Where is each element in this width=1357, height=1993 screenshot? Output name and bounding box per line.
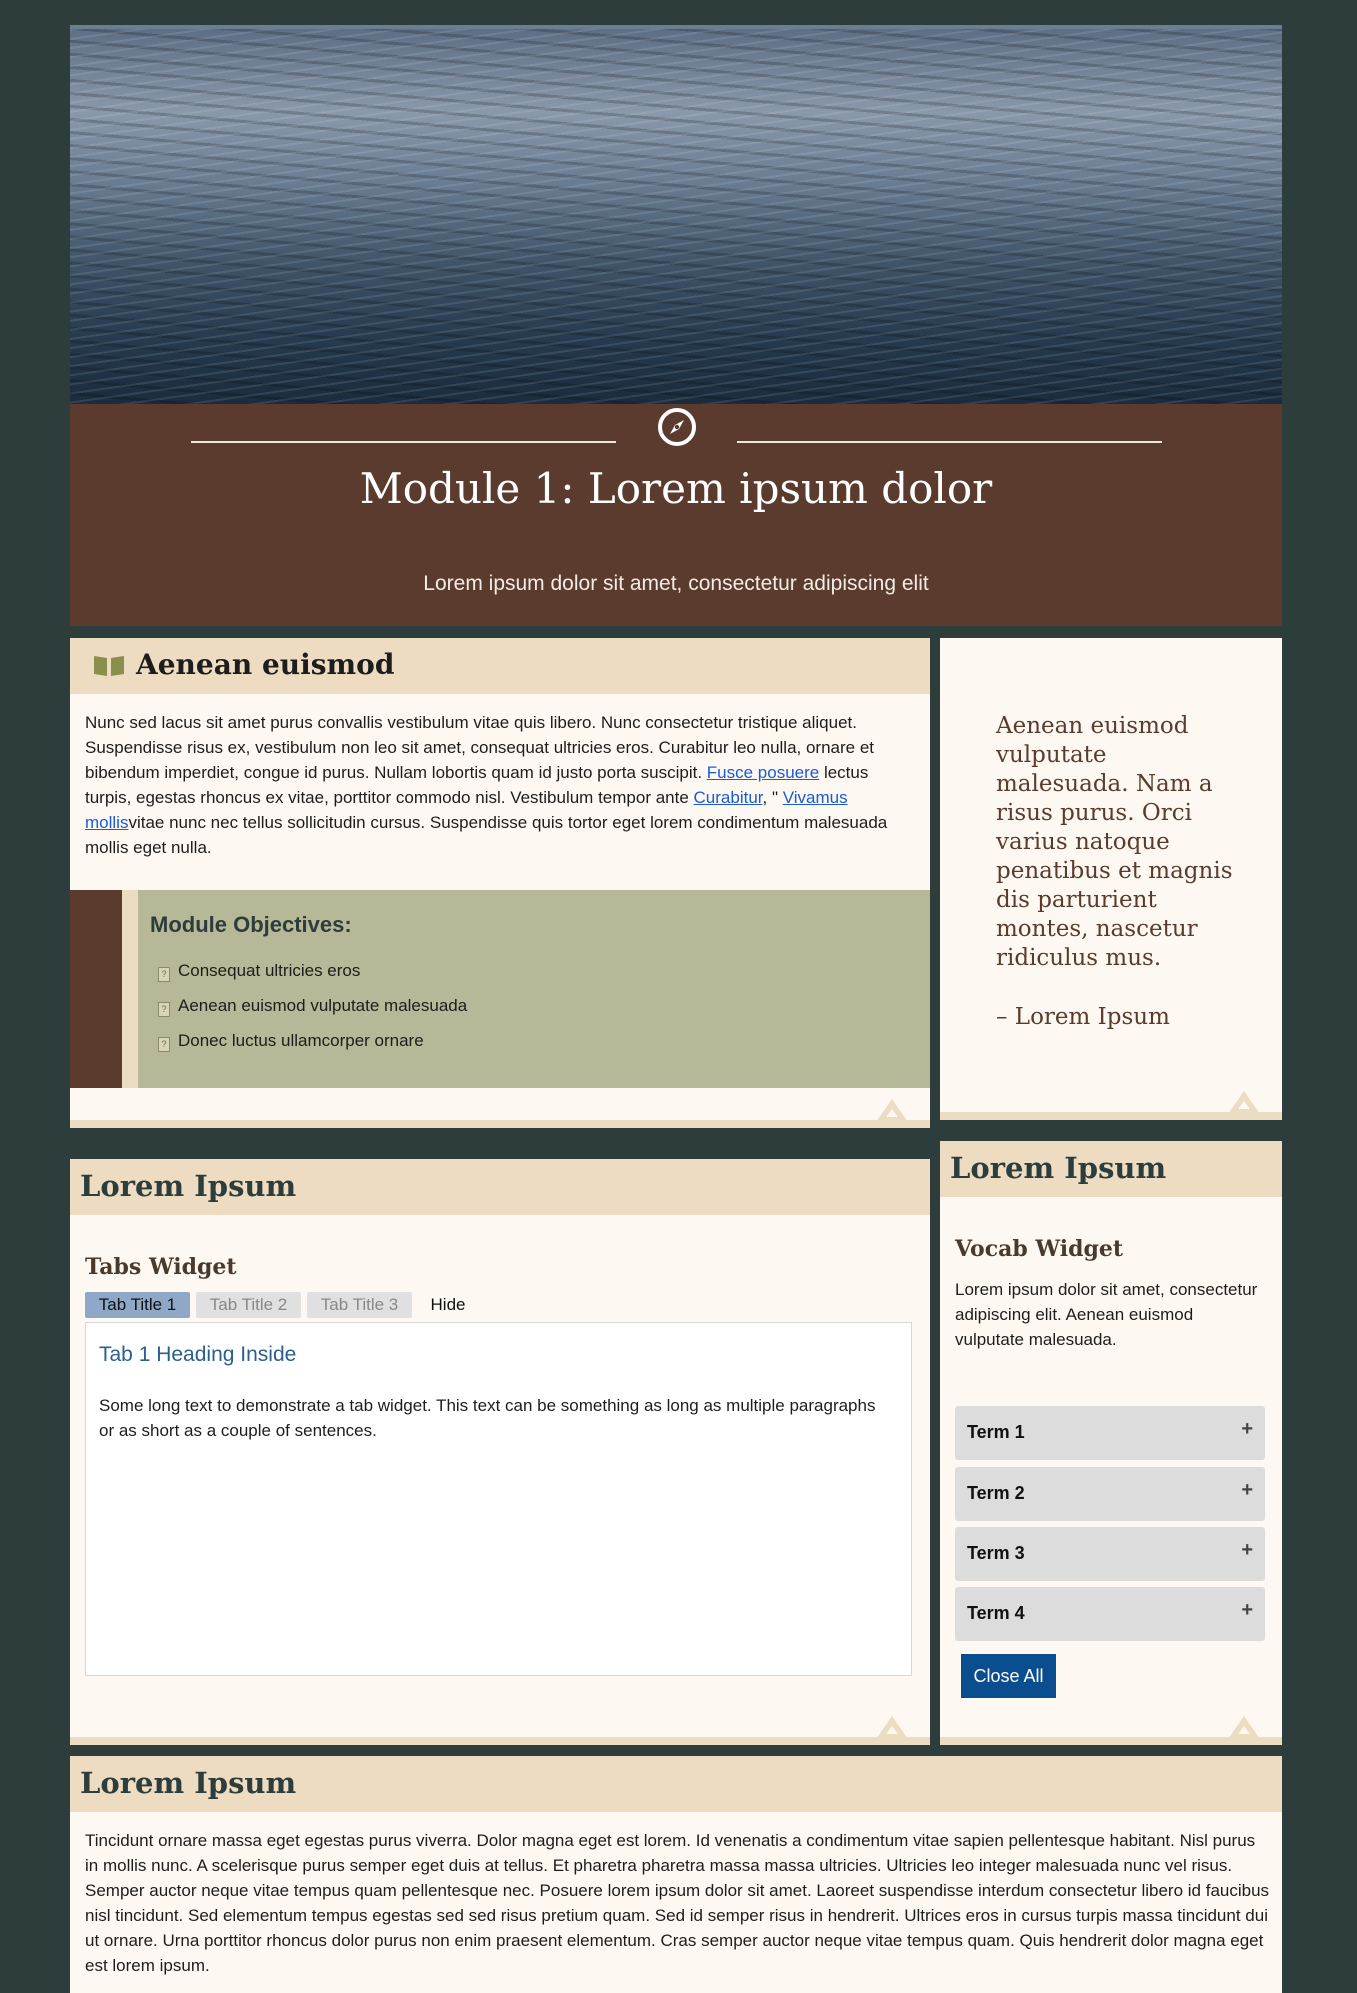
plus-icon: + xyxy=(1241,1479,1253,1501)
objective-text: Consequat ultricies eros xyxy=(178,961,361,980)
objectives-list: ? Consequat ultricies eros ? Aenean euismo… xyxy=(158,958,467,1063)
card-footer-bar xyxy=(940,1112,1282,1120)
card-footer-bar xyxy=(70,1737,930,1745)
intro-card: Aenean euismod Nunc sed lacus sit amet p… xyxy=(70,638,930,1128)
tab-panel-text: Some long text to demonstrate a tab widg… xyxy=(99,1396,876,1440)
vocab-card: Lorem Ipsum Vocab Widget Lorem ipsum dol… xyxy=(940,1141,1282,1745)
bullet-icon: ? xyxy=(158,1002,170,1017)
objectives-accent-2 xyxy=(122,890,138,1088)
vocab-card-heading: Lorem Ipsum xyxy=(950,1151,1167,1185)
tab-title-2[interactable]: Tab Title 2 xyxy=(196,1292,301,1318)
quote-author: – Lorem Ipsum xyxy=(996,1004,1170,1030)
plus-icon: + xyxy=(1241,1599,1253,1621)
term-1-accordion[interactable]: Term 1 + xyxy=(955,1406,1265,1460)
divider-right xyxy=(737,441,1162,443)
close-all-button[interactable]: Close All xyxy=(961,1654,1056,1698)
module-banner: Module 1: Lorem ipsum dolor Lorem ipsum … xyxy=(70,404,1282,626)
card-footer-bar xyxy=(940,1737,1282,1745)
link-fusce-posuere[interactable]: Fusce posuere xyxy=(707,763,819,782)
intro-text-3: , " xyxy=(762,788,783,807)
bottom-paragraph: Tincidunt ornare massa eget egestas puru… xyxy=(85,1831,1270,1975)
quote-card: Aenean euismod vulputate malesuada. Nam … xyxy=(940,638,1282,1120)
bottom-card-heading: Lorem Ipsum xyxy=(80,1766,297,1800)
objectives-accent xyxy=(70,890,122,1088)
intro-text-4: vitae nunc nec tellus sollicitudin cursu… xyxy=(85,813,888,857)
quote-text: Aenean euismod vulputate malesuada. Nam … xyxy=(996,713,1233,971)
term-4-accordion[interactable]: Term 4 + xyxy=(955,1587,1265,1641)
bullet-icon: ? xyxy=(158,967,170,982)
bottom-card-header: Lorem Ipsum xyxy=(70,1756,1282,1812)
divider-left xyxy=(191,441,616,443)
tab-title-1[interactable]: Tab Title 1 xyxy=(85,1292,190,1318)
hero-image xyxy=(70,25,1282,408)
intro-paragraph: Nunc sed lacus sit amet purus convallis … xyxy=(85,710,915,860)
plus-icon: + xyxy=(1241,1539,1253,1561)
vocab-widget-title: Vocab Widget xyxy=(955,1236,1124,1262)
tabs-card: Lorem Ipsum Tabs Widget Tab Title 1 Tab … xyxy=(70,1159,930,1745)
term-2-accordion[interactable]: Term 2 + xyxy=(955,1467,1265,1521)
tab-panel-heading: Tab 1 Heading Inside xyxy=(99,1343,297,1366)
bottom-card: Lorem Ipsum Tincidunt ornare massa eget … xyxy=(70,1756,1282,1993)
intro-header: Aenean euismod xyxy=(70,638,930,694)
book-icon xyxy=(94,656,124,676)
tab-panel: Tab 1 Heading Inside Some long text to d… xyxy=(85,1322,912,1676)
tabs-card-header: Lorem Ipsum xyxy=(70,1159,930,1215)
link-curabitur[interactable]: Curabitur xyxy=(694,788,763,807)
tabs-widget-title: Tabs Widget xyxy=(85,1254,237,1280)
vocab-card-header: Lorem Ipsum xyxy=(940,1141,1282,1197)
objective-item: ? Donec luctus ullamcorper ornare xyxy=(158,1028,467,1063)
term-label: Term 1 xyxy=(967,1422,1025,1442)
tabs-card-heading: Lorem Ipsum xyxy=(80,1169,297,1203)
objective-text: Donec luctus ullamcorper ornare xyxy=(178,1031,424,1050)
card-footer-bar xyxy=(70,1120,930,1128)
tab-hide[interactable]: Hide xyxy=(418,1292,478,1318)
module-subtitle: Lorem ipsum dolor sit amet, consectetur … xyxy=(423,572,929,595)
compass-icon xyxy=(658,408,696,446)
module-title: Module 1: Lorem ipsum dolor xyxy=(359,464,993,513)
term-label: Term 3 xyxy=(967,1543,1025,1563)
objective-item: ? Aenean euismod vulputate malesuada xyxy=(158,993,467,1028)
objectives-box: Module Objectives: ? Consequat ultricies … xyxy=(70,890,930,1088)
term-3-accordion[interactable]: Term 3 + xyxy=(955,1527,1265,1581)
term-label: Term 2 xyxy=(967,1483,1025,1503)
objective-item: ? Consequat ultricies eros xyxy=(158,958,467,993)
bullet-icon: ? xyxy=(158,1037,170,1052)
objective-text: Aenean euismod vulputate malesuada xyxy=(178,996,468,1015)
intro-heading: Aenean euismod xyxy=(136,648,395,681)
vocab-description: Lorem ipsum dolor sit amet, consectetur … xyxy=(955,1280,1258,1349)
plus-icon: + xyxy=(1241,1418,1253,1440)
tab-title-3[interactable]: Tab Title 3 xyxy=(307,1292,412,1318)
objectives-title: Module Objectives: xyxy=(150,912,352,937)
term-label: Term 4 xyxy=(967,1603,1025,1623)
